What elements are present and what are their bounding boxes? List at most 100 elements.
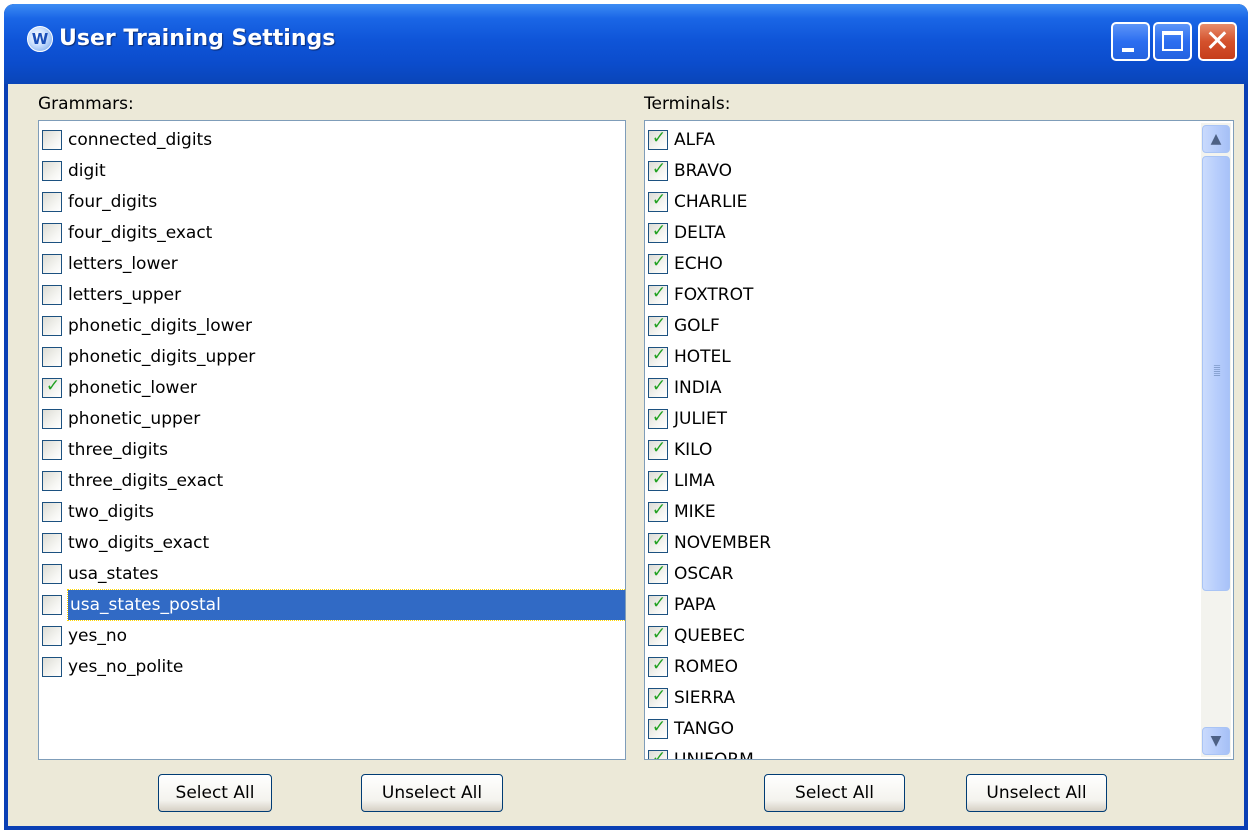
grammar-label: yes_no_polite <box>68 657 184 677</box>
grammar-row[interactable]: connected_digits <box>42 125 625 155</box>
terminal-checkbox[interactable]: ✓ <box>648 624 668 646</box>
terminal-checkbox[interactable]: ✓ <box>648 159 668 181</box>
terminal-checkbox[interactable]: ✓ <box>648 128 668 150</box>
grammar-checkbox[interactable]: ✓ <box>42 376 62 398</box>
grammar-checkbox[interactable] <box>42 440 62 460</box>
terminal-row[interactable]: ✓ NOVEMBER <box>648 528 1233 558</box>
terminal-checkbox[interactable]: ✓ <box>648 686 668 708</box>
terminal-checkbox[interactable]: ✓ <box>648 748 668 759</box>
terminal-row[interactable]: ✓ BRAVO <box>648 156 1233 186</box>
terminal-row[interactable]: ✓ CHARLIE <box>648 187 1233 217</box>
terminal-checkbox[interactable]: ✓ <box>648 376 668 398</box>
grammar-label: phonetic_digits_upper <box>68 347 256 367</box>
terminals-select-all-button[interactable]: Select All <box>764 774 905 812</box>
grammar-checkbox[interactable] <box>42 223 62 243</box>
grammars-unselect-all-button[interactable]: Unselect All <box>361 774 503 812</box>
grammar-row[interactable]: usa_states <box>42 559 625 589</box>
grammar-row[interactable]: digit <box>42 156 625 186</box>
grammars-select-all-button[interactable]: Select All <box>158 774 272 812</box>
terminal-row[interactable]: ✓ FOXTROT <box>648 280 1233 310</box>
terminal-checkbox[interactable]: ✓ <box>648 655 668 677</box>
grammar-row[interactable]: four_digits <box>42 187 625 217</box>
terminal-checkbox[interactable]: ✓ <box>648 500 668 522</box>
title-bar[interactable]: W User Training Settings ✕ <box>4 4 1248 84</box>
terminal-checkbox[interactable]: ✓ <box>648 407 668 429</box>
grammar-label: letters_lower <box>68 254 178 274</box>
grammar-row[interactable]: usa_states_postal <box>42 589 625 621</box>
grammar-label: four_digits_exact <box>68 223 213 243</box>
grammar-checkbox[interactable] <box>42 316 62 336</box>
terminal-label: KILO <box>674 440 713 460</box>
terminal-row[interactable]: ✓ DELTA <box>648 218 1233 248</box>
terminal-row[interactable]: ✓ MIKE <box>648 497 1233 527</box>
app-logo-icon[interactable]: W <box>27 26 53 52</box>
grammar-row[interactable]: yes_no_polite <box>42 652 625 682</box>
terminal-checkbox[interactable]: ✓ <box>648 562 668 584</box>
terminal-checkbox[interactable]: ✓ <box>648 345 668 367</box>
terminal-row[interactable]: ✓ QUEBEC <box>648 621 1233 651</box>
grammars-list[interactable]: connected_digits digit four_digits four_dig… <box>38 120 626 760</box>
grammar-row[interactable]: phonetic_digits_upper <box>42 342 625 372</box>
minimize-button[interactable] <box>1111 22 1150 61</box>
terminal-checkbox[interactable]: ✓ <box>648 314 668 336</box>
grammar-checkbox[interactable] <box>42 657 62 677</box>
checkmark-icon: ✓ <box>651 562 667 582</box>
terminal-row[interactable]: ✓ JULIET <box>648 404 1233 434</box>
terminal-checkbox[interactable]: ✓ <box>648 252 668 274</box>
grammar-checkbox[interactable] <box>42 285 62 305</box>
grammar-checkbox[interactable] <box>42 192 62 212</box>
grammar-checkbox[interactable] <box>42 595 62 615</box>
grammar-checkbox[interactable] <box>42 161 62 181</box>
grammar-checkbox[interactable] <box>42 564 62 584</box>
terminal-checkbox[interactable]: ✓ <box>648 531 668 553</box>
terminal-row[interactable]: ✓ TANGO <box>648 714 1233 744</box>
terminal-row[interactable]: ✓ INDIA <box>648 373 1233 403</box>
scroll-up-button[interactable]: ▲ <box>1202 125 1230 153</box>
terminal-row[interactable]: ✓ KILO <box>648 435 1233 465</box>
terminal-row[interactable]: ✓ HOTEL <box>648 342 1233 372</box>
grammar-row[interactable]: phonetic_digits_lower <box>42 311 625 341</box>
terminal-row[interactable]: ✓ ALFA <box>648 125 1233 155</box>
grammar-checkbox[interactable] <box>42 471 62 491</box>
grammar-checkbox[interactable] <box>42 502 62 522</box>
grammar-checkbox[interactable] <box>42 409 62 429</box>
terminals-unselect-all-button[interactable]: Unselect All <box>966 774 1107 812</box>
scroll-down-button[interactable]: ▼ <box>1202 727 1230 755</box>
grammar-row[interactable]: yes_no <box>42 621 625 651</box>
grammar-row[interactable]: ✓ phonetic_lower <box>42 373 625 403</box>
terminals-list[interactable]: ✓ ALFA ✓ BRAVO ✓ CHARLIE ✓ DELTA ✓ ECHO ✓ FOXTROT ✓ G… <box>644 120 1234 760</box>
terminal-checkbox[interactable]: ✓ <box>648 717 668 739</box>
terminal-row[interactable]: ✓ PAPA <box>648 590 1233 620</box>
terminal-checkbox[interactable]: ✓ <box>648 593 668 615</box>
terminal-row[interactable]: ✓ LIMA <box>648 466 1233 496</box>
grammar-checkbox[interactable] <box>42 254 62 274</box>
terminal-checkbox[interactable]: ✓ <box>648 190 668 212</box>
terminal-checkbox[interactable]: ✓ <box>648 283 668 305</box>
terminal-checkbox[interactable]: ✓ <box>648 469 668 491</box>
terminal-row[interactable]: ✓ OSCAR <box>648 559 1233 589</box>
grammar-checkbox[interactable] <box>42 626 62 646</box>
grammar-row[interactable]: two_digits <box>42 497 625 527</box>
terminal-checkbox[interactable]: ✓ <box>648 438 668 460</box>
terminal-row[interactable]: ✓ GOLF <box>648 311 1233 341</box>
terminal-row[interactable]: ✓ SIERRA <box>648 683 1233 713</box>
terminal-checkbox[interactable]: ✓ <box>648 221 668 243</box>
terminals-scrollbar[interactable]: ▲ ═ ═ ═ ▼ <box>1201 123 1231 757</box>
grammar-checkbox[interactable] <box>42 533 62 553</box>
close-button[interactable]: ✕ <box>1198 22 1237 61</box>
scrollbar-thumb[interactable]: ═ ═ ═ <box>1202 156 1230 591</box>
terminal-row[interactable]: ✓ UNIFORM <box>648 745 1233 759</box>
grammar-row[interactable]: three_digits <box>42 435 625 465</box>
grammar-checkbox[interactable] <box>42 130 62 150</box>
grammar-checkbox[interactable] <box>42 347 62 367</box>
grammar-row[interactable]: four_digits_exact <box>42 218 625 248</box>
maximize-button[interactable] <box>1153 22 1192 61</box>
grammar-row[interactable]: two_digits_exact <box>42 528 625 558</box>
window-frame-right <box>1244 84 1248 830</box>
grammar-row[interactable]: letters_lower <box>42 249 625 279</box>
grammar-row[interactable]: three_digits_exact <box>42 466 625 496</box>
grammar-row[interactable]: letters_upper <box>42 280 625 310</box>
terminal-row[interactable]: ✓ ROMEO <box>648 652 1233 682</box>
terminal-row[interactable]: ✓ ECHO <box>648 249 1233 279</box>
grammar-row[interactable]: phonetic_upper <box>42 404 625 434</box>
